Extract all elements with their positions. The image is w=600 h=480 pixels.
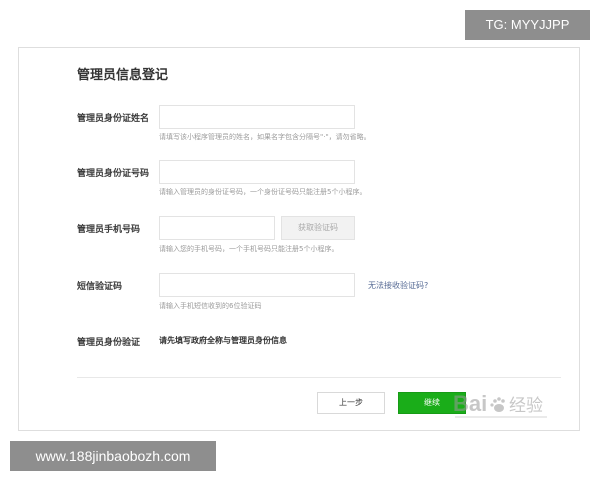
- sms-code-input[interactable]: [159, 273, 355, 297]
- baidu-watermark-logo: Bai 经验: [453, 391, 547, 418]
- sms-code-label: 短信验证码: [77, 282, 123, 292]
- phone-hint: 请输入您的手机号码，一个手机号码只能注册5个小程序。: [159, 245, 339, 253]
- svg-text:经验: 经验: [509, 396, 543, 416]
- page-title: 管理员信息登记: [77, 68, 169, 83]
- screenshot-page: TG: MYYJJPP 管理员信息登记 管理员身份证姓名 请填写该小程序管理员的…: [0, 0, 600, 480]
- phone-input[interactable]: [159, 216, 275, 240]
- identity-verify-label: 管理员身份验证: [77, 338, 141, 348]
- svg-text:Bai: Bai: [453, 391, 487, 416]
- id-name-hint: 请填写该小程序管理员的姓名，如果名字包含分隔号"·"，请勿省略。: [159, 133, 371, 141]
- footer-divider: [77, 377, 561, 378]
- top-overlay-tag: TG: MYYJJPP: [465, 10, 590, 40]
- cannot-receive-code-link[interactable]: 无法接收验证码?: [368, 280, 428, 291]
- id-name-label: 管理员身份证姓名: [77, 114, 150, 124]
- sms-code-hint: 请输入手机短信收到的6位验证码: [159, 302, 262, 310]
- prev-step-button[interactable]: 上一步: [317, 392, 385, 414]
- id-number-input[interactable]: [159, 160, 355, 184]
- id-name-input[interactable]: [159, 105, 355, 129]
- id-number-label: 管理员身份证号码: [77, 169, 150, 179]
- admin-registration-panel: 管理员信息登记 管理员身份证姓名 请填写该小程序管理员的姓名，如果名字包含分隔号…: [18, 47, 580, 431]
- bottom-overlay-tag: www.188jinbaobozh.com: [10, 441, 216, 471]
- get-code-button[interactable]: 获取验证码: [281, 216, 355, 240]
- identity-verify-text: 请先填写政府全称与管理员身份信息: [159, 336, 287, 345]
- phone-label: 管理员手机号码: [77, 225, 141, 235]
- id-number-hint: 请输入管理员的身份证号码，一个身份证号码只能注册5个小程序。: [159, 188, 367, 196]
